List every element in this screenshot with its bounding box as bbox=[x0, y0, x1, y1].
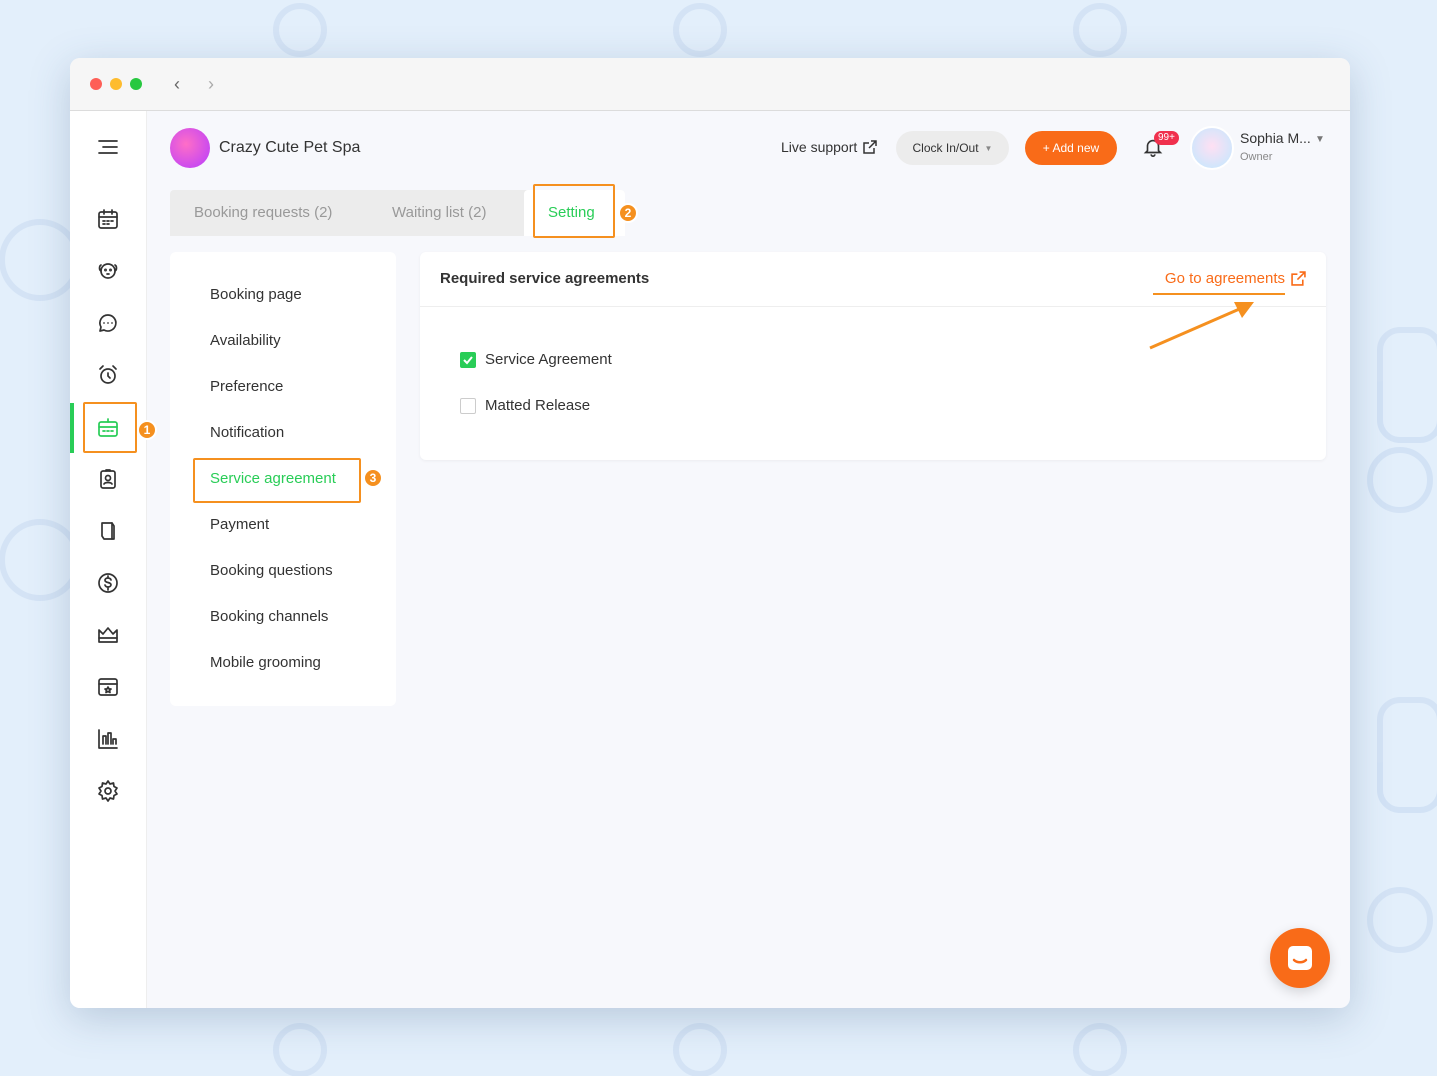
tab-booking-requests[interactable]: Booking requests (2) bbox=[194, 204, 332, 221]
step-badge: 1 bbox=[137, 420, 157, 440]
step-highlight-online-booking bbox=[83, 402, 137, 453]
agreement-label: Service Agreement bbox=[485, 351, 612, 368]
minimize-window-button[interactable] bbox=[110, 78, 122, 90]
reports-icon[interactable] bbox=[90, 721, 126, 757]
step-highlight-setting-tab bbox=[533, 184, 615, 238]
back-icon[interactable]: ‹ bbox=[169, 74, 185, 94]
clock-in-out-button[interactable]: Clock In/Out ▼ bbox=[896, 131, 1009, 165]
reviews-icon[interactable] bbox=[90, 669, 126, 705]
settings-menu-item[interactable]: Notification bbox=[210, 424, 284, 441]
live-support-link[interactable]: Live support bbox=[781, 139, 878, 155]
payment-icon[interactable] bbox=[90, 565, 126, 601]
checkbox-unchecked[interactable] bbox=[460, 397, 476, 414]
sidebar bbox=[70, 111, 147, 1008]
tab-waiting-list[interactable]: Waiting list (2) bbox=[392, 204, 486, 221]
external-link-icon bbox=[1291, 271, 1306, 286]
checkbox-checked[interactable] bbox=[460, 351, 476, 368]
agreement-label: Matted Release bbox=[485, 397, 591, 414]
business-logo[interactable] bbox=[170, 128, 210, 168]
annotation-arrow-icon bbox=[1149, 302, 1254, 350]
settings-menu-item[interactable]: Booking channels bbox=[210, 608, 328, 625]
avatar[interactable] bbox=[1190, 126, 1234, 170]
checkmark-icon bbox=[463, 355, 473, 364]
notification-badge: 99+ bbox=[1154, 131, 1179, 145]
forward-icon[interactable]: › bbox=[203, 74, 219, 94]
agreement-row[interactable]: Matted Release bbox=[460, 397, 590, 414]
user-menu-chevron-icon[interactable]: ▼ bbox=[1315, 134, 1325, 145]
menu-icon[interactable] bbox=[90, 129, 126, 165]
live-support-label: Live support bbox=[781, 139, 858, 155]
calendar-icon[interactable] bbox=[90, 201, 126, 237]
external-link-icon bbox=[863, 140, 878, 154]
settings-menu-item[interactable]: Preference bbox=[210, 378, 283, 395]
close-window-button[interactable] bbox=[90, 78, 102, 90]
clock-in-out-label: Clock In/Out bbox=[912, 141, 979, 155]
messenger-icon bbox=[1288, 946, 1312, 970]
step-badge: 3 bbox=[363, 468, 383, 488]
user-role: Owner bbox=[1240, 151, 1273, 163]
alarm-icon[interactable] bbox=[90, 357, 126, 393]
step-badge: 2 bbox=[618, 203, 638, 223]
settings-menu-item[interactable]: Availability bbox=[210, 332, 281, 349]
settings-menu-item[interactable]: Payment bbox=[210, 516, 269, 533]
retail-icon[interactable] bbox=[90, 513, 126, 549]
membership-icon[interactable] bbox=[90, 617, 126, 653]
sidebar-active-indicator bbox=[70, 403, 74, 453]
go-to-agreements-link[interactable]: Go to agreements bbox=[1165, 270, 1306, 287]
panel-title: Required service agreements bbox=[440, 270, 650, 287]
chat-support-button[interactable] bbox=[1270, 928, 1330, 988]
settings-icon[interactable] bbox=[90, 773, 126, 809]
settings-menu-item[interactable]: Booking page bbox=[210, 286, 302, 303]
add-new-button[interactable]: + Add new bbox=[1025, 131, 1117, 165]
pet-icon[interactable] bbox=[90, 253, 126, 289]
settings-menu-item[interactable]: Booking questions bbox=[210, 562, 333, 579]
go-to-agreements-label: Go to agreements bbox=[1164, 270, 1285, 287]
app-window: ‹ › 1 Crazy Cute Pet Spa Live support Cl… bbox=[70, 58, 1350, 1008]
user-name[interactable]: Sophia M... bbox=[1240, 130, 1311, 146]
step-highlight-service-agreement bbox=[193, 458, 361, 503]
highlight-underline bbox=[1153, 293, 1285, 295]
agreement-row[interactable]: Service Agreement bbox=[460, 351, 612, 368]
maximize-window-button[interactable] bbox=[130, 78, 142, 90]
top-header: Crazy Cute Pet Spa Live support Clock In… bbox=[170, 126, 1326, 170]
browser-titlebar: ‹ › bbox=[70, 58, 1350, 111]
chat-icon[interactable] bbox=[90, 305, 126, 341]
settings-menu-item[interactable]: Mobile grooming bbox=[210, 654, 321, 671]
chevron-down-icon: ▼ bbox=[984, 143, 993, 153]
business-name[interactable]: Crazy Cute Pet Spa bbox=[219, 139, 360, 157]
client-card-icon[interactable] bbox=[90, 461, 126, 497]
